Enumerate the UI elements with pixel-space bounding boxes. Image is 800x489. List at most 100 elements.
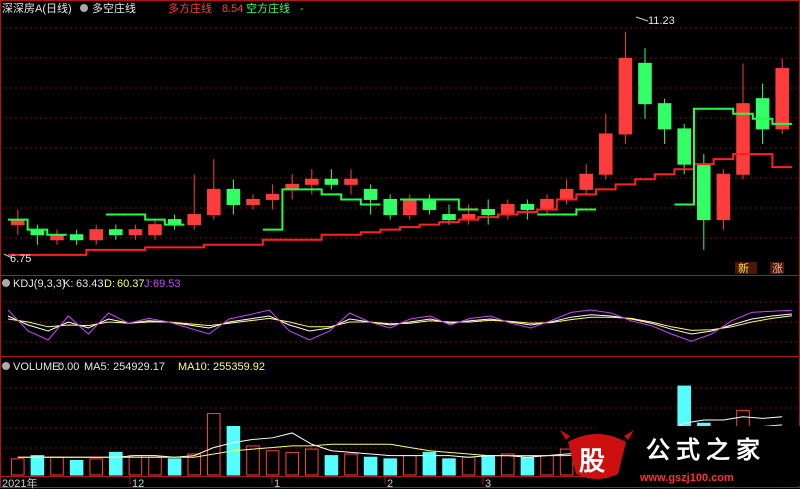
candle-up xyxy=(148,224,162,236)
volume-bar-up xyxy=(305,448,319,476)
candle-up xyxy=(89,229,103,241)
candle-down xyxy=(520,203,535,211)
kdj-j-line xyxy=(7,309,793,342)
volume-bar-down xyxy=(109,451,123,476)
candle-down xyxy=(422,198,437,211)
kdj-k-label: K: xyxy=(63,278,73,290)
watermark-url: www.gszj100.com xyxy=(639,472,734,484)
volume-bar-up xyxy=(540,455,554,476)
candle-down xyxy=(226,188,241,205)
x-tick-label: 2 xyxy=(387,478,393,489)
candle-up xyxy=(246,198,260,205)
candle-up xyxy=(540,198,554,211)
volume-value: 0.00 xyxy=(58,361,79,373)
candle-up xyxy=(559,188,574,200)
kdj-label: KDJ(9,3,3) xyxy=(13,278,66,290)
high-marker: 11.23 xyxy=(635,15,675,27)
short-line-value: - xyxy=(300,3,304,15)
volume-bar-down xyxy=(69,459,84,476)
volume-bar-up xyxy=(501,453,515,476)
low-label: 6.75 xyxy=(10,253,31,265)
volume-bar-up xyxy=(344,453,358,476)
logo-char: 股 xyxy=(579,447,605,477)
candle-down xyxy=(383,198,397,216)
price-header: 深深房A(日线) 多空庄线 多方庄线 8.54 空方庄线 - xyxy=(2,1,304,15)
stock-chart[interactable]: 深深房A(日线) 多空庄线 多方庄线 8.54 空方庄线 - 11.23 6.7… xyxy=(0,0,800,489)
candle-up xyxy=(187,214,201,226)
badge-rise[interactable]: 涨 xyxy=(770,262,784,275)
long-line-value: 8.54 xyxy=(222,3,243,15)
candle-up xyxy=(501,203,515,216)
x-tick-label: 3 xyxy=(485,478,491,489)
long-line-label: 多方庄线 xyxy=(168,1,212,15)
volume-toggle-icon[interactable] xyxy=(2,362,10,370)
candle-up xyxy=(599,133,613,175)
candle-up xyxy=(305,178,319,185)
candle-down xyxy=(677,128,691,165)
x-tick-label: 1 xyxy=(274,478,280,489)
ma10-label: MA10: xyxy=(178,361,210,373)
kdj-header: KDJ(9,3,3) K: 63.43 D: 60.37 J: 69.53 xyxy=(2,278,181,290)
volume-bar-down xyxy=(520,456,535,476)
candle-down xyxy=(481,209,495,216)
zhuang-lines xyxy=(8,107,792,256)
volume-bar-down xyxy=(167,458,182,476)
volume-bar-up xyxy=(265,450,280,476)
volume-bar-down xyxy=(30,455,45,476)
volume-bar-down xyxy=(363,456,378,476)
ma10-value: 255359.92 xyxy=(213,361,265,373)
kdj-d-value: 60.37 xyxy=(117,278,145,290)
short-line-label: 空方庄线 xyxy=(246,1,290,15)
volume-bar-up xyxy=(207,413,221,476)
candle-up xyxy=(344,178,358,185)
candle-up xyxy=(618,57,633,135)
candle-down xyxy=(755,98,770,130)
volume-bar-up xyxy=(403,455,417,476)
stock-name: 深深房A(日线) xyxy=(2,1,72,15)
candle-up xyxy=(775,67,789,130)
volume-bar-up xyxy=(148,456,162,476)
candle-down xyxy=(324,178,339,185)
candle-down xyxy=(638,62,652,105)
indicator-toggle-icon[interactable] xyxy=(80,4,88,12)
kdj-j-value: 69.53 xyxy=(153,278,181,290)
volume-bar-up xyxy=(89,458,103,476)
kdj-grid xyxy=(0,301,800,343)
candle-down xyxy=(69,234,84,241)
volume-bar-up xyxy=(11,458,25,476)
volume-bar-up xyxy=(461,456,476,476)
ma5-value: 254929.17 xyxy=(113,361,165,373)
candle-up xyxy=(403,198,417,216)
candle-up xyxy=(265,193,280,200)
x-tick-label: 12 xyxy=(132,478,144,489)
candle-up xyxy=(128,229,143,236)
volume-bar-up xyxy=(285,451,299,476)
ma5-label: MA5: xyxy=(84,361,110,373)
watermark-text: 公式之家 xyxy=(646,436,766,464)
badge-new[interactable]: 新 xyxy=(735,261,757,275)
watermark: 股 公式之家 www.gszj100.com xyxy=(560,426,800,486)
svg-text:新: 新 xyxy=(738,261,749,275)
volume-bar-down xyxy=(442,458,456,476)
volume-bar-up xyxy=(128,455,143,476)
candle-down xyxy=(363,188,378,200)
svg-text:涨: 涨 xyxy=(772,262,783,275)
short-zhuang-line xyxy=(262,188,381,231)
volume-bar-down xyxy=(324,455,339,476)
candle-down xyxy=(442,214,456,221)
candle-down xyxy=(109,229,123,236)
volume-header: VOLUME: 0.00 MA5: 254929.17 MA10: 255359… xyxy=(2,361,265,373)
kdj-j-label: J: xyxy=(144,278,153,290)
indicator-name: 多空庄线 xyxy=(92,1,136,15)
kdj-lines xyxy=(7,309,793,342)
kdj-d-label: D: xyxy=(104,278,115,290)
kdj-toggle-icon[interactable] xyxy=(2,279,10,287)
candlestick-series xyxy=(11,31,789,250)
logo-horn-icon xyxy=(560,430,570,440)
volume-bar-up xyxy=(246,445,260,476)
kdj-k-value: 63.43 xyxy=(76,278,104,290)
candle-down xyxy=(657,103,672,130)
volume-label: VOLUME: xyxy=(13,361,63,373)
x-tick-label: 2021年 xyxy=(2,476,37,489)
volume-bar-down xyxy=(383,458,397,476)
